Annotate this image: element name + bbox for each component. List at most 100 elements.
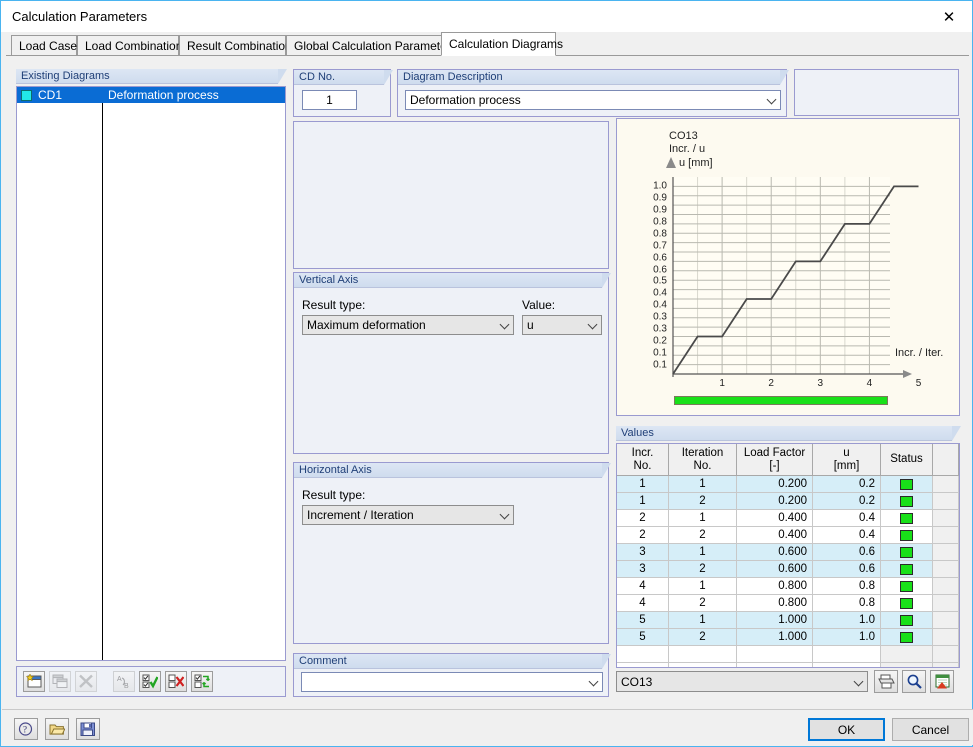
comment-combo[interactable] <box>301 672 603 692</box>
save-button[interactable] <box>76 718 100 740</box>
table-cell: 2 <box>669 561 737 578</box>
table-cell <box>813 646 881 663</box>
table-row[interactable]: 2 1 0.400 0.4 <box>617 510 959 527</box>
table-row[interactable]: 3 2 0.600 0.6 <box>617 561 959 578</box>
status-badge <box>881 561 933 578</box>
rename-diagram-button[interactable]: A B <box>113 671 135 692</box>
export-excel-button[interactable] <box>930 670 954 693</box>
cancel-button[interactable]: Cancel <box>892 718 969 741</box>
status-badge <box>881 527 933 544</box>
result-case-combo[interactable]: CO13 <box>616 671 868 692</box>
comment-title: Comment <box>294 654 611 669</box>
y-tick-label: 0.8 <box>653 228 667 240</box>
chevron-down-icon <box>766 94 777 105</box>
open-button[interactable] <box>45 718 69 740</box>
vertical-result-type-combo[interactable]: Maximum deformation <box>302 315 514 335</box>
copy-diagram-button[interactable] <box>49 671 71 692</box>
chevron-down-icon <box>499 509 510 520</box>
table-cell: 1 <box>669 578 737 595</box>
vertical-value-value: u <box>527 318 534 332</box>
table-header-cell[interactable]: Incr. No. <box>617 444 669 476</box>
x-tick-label: 1 <box>719 378 725 389</box>
diagram-list-toolbar: A B <box>16 666 286 697</box>
table-row[interactable]: 4 2 0.800 0.8 <box>617 595 959 612</box>
table-row[interactable]: 1 1 0.200 0.2 <box>617 476 959 493</box>
diagram-description-combo[interactable]: Deformation process <box>405 90 781 110</box>
tab-load-combinations[interactable]: Load Combinations <box>77 35 188 56</box>
table-header-cell[interactable]: u [mm] <box>813 444 881 476</box>
status-ok-icon <box>900 563 913 575</box>
table-row[interactable]: 4 1 0.800 0.8 <box>617 578 959 595</box>
x-tick-label: 4 <box>866 378 873 389</box>
horizontal-result-type-value: Increment / Iteration <box>307 508 414 522</box>
vertical-value-combo[interactable]: u <box>522 315 602 335</box>
table-cell: 4 <box>617 595 669 612</box>
select-all-button[interactable] <box>139 671 161 692</box>
ok-button[interactable]: OK <box>808 718 885 741</box>
table-row[interactable] <box>617 663 959 667</box>
help-button[interactable]: ? <box>14 718 38 740</box>
excel-export-icon <box>935 674 949 689</box>
existing-diagrams-list[interactable]: CD1 Deformation process <box>16 86 286 661</box>
table-cell: 1 <box>669 476 737 493</box>
table-cell: 2 <box>617 527 669 544</box>
tab-label: Load Combinations <box>85 39 189 53</box>
delete-diagram-button[interactable] <box>75 671 97 692</box>
table-header-cell[interactable]: Load Factor [-] <box>737 444 813 476</box>
print-button[interactable] <box>874 670 898 693</box>
zoom-button[interactable] <box>902 670 926 693</box>
deselect-all-button[interactable] <box>165 671 187 692</box>
table-header-cell[interactable]: Iteration No. <box>669 444 737 476</box>
values-table[interactable]: Incr. No. Iteration No. Load Factor [-] u [mm] S… <box>616 443 960 668</box>
x-tick-label: 3 <box>817 378 824 389</box>
tab-load-cases[interactable]: Load Cases <box>11 35 83 56</box>
table-cell: 0.400 <box>737 510 813 527</box>
new-diagram-button[interactable] <box>23 671 45 692</box>
horizontal-result-type-label: Result type: <box>302 488 366 502</box>
table-row[interactable]: 5 1 1.000 1.0 <box>617 612 959 629</box>
color-swatch-icon[interactable] <box>21 89 32 101</box>
tab-global-calculation-parameters[interactable]: Global Calculation Parameters <box>286 35 457 56</box>
table-cell: 1 <box>669 544 737 561</box>
table-cell: 2 <box>617 510 669 527</box>
dialog-footer: ? OK Cancel <box>2 709 973 745</box>
table-row[interactable]: 1 2 0.200 0.2 <box>617 493 959 510</box>
table-cell <box>933 578 959 595</box>
cd-no-input[interactable]: 1 <box>302 90 357 110</box>
table-row[interactable]: 5 2 1.000 1.0 <box>617 629 959 646</box>
table-cell: 2 <box>669 629 737 646</box>
cd-no-title: CD No. <box>294 70 393 85</box>
table-header-cell[interactable] <box>933 444 959 476</box>
diagram-id-cell: CD1 <box>17 88 103 102</box>
folder-open-icon <box>49 724 65 735</box>
values-group: Values <box>616 426 961 444</box>
chevron-down-icon <box>853 676 864 686</box>
status-ok-icon <box>900 529 913 541</box>
table-row[interactable]: 2 2 0.400 0.4 <box>617 527 959 544</box>
horizontal-axis-group: Horizontal Axis Result type: Increment /… <box>293 462 611 644</box>
table-cell: 3 <box>617 561 669 578</box>
table-cell <box>813 663 881 667</box>
tab-calculation-diagrams[interactable]: Calculation Diagrams <box>441 32 563 56</box>
table-cell: 1 <box>669 612 737 629</box>
delete-x-icon <box>79 674 93 688</box>
table-cell: 0.400 <box>737 527 813 544</box>
diagram-id: CD1 <box>38 88 63 102</box>
list-item[interactable]: CD1 Deformation process <box>17 87 285 103</box>
table-header-cell[interactable]: Status <box>881 444 933 476</box>
horizontal-result-type-combo[interactable]: Increment / Iteration <box>302 505 514 525</box>
invert-selection-button[interactable] <box>191 671 213 692</box>
table-cell <box>933 561 959 578</box>
table-cell <box>933 493 959 510</box>
close-icon[interactable]: ✕ <box>926 1 972 32</box>
header-line-2: [-] <box>769 459 780 472</box>
tab-label: Global Calculation Parameters <box>294 39 457 53</box>
table-cell <box>933 612 959 629</box>
table-cell <box>933 476 959 493</box>
uncheck-all-icon <box>168 674 184 688</box>
table-row[interactable] <box>617 646 959 663</box>
chevron-down-icon <box>587 319 598 330</box>
status-ok-icon <box>900 495 913 507</box>
table-row[interactable]: 3 1 0.600 0.6 <box>617 544 959 561</box>
tab-result-combinations[interactable]: Result Combinations <box>179 35 298 56</box>
